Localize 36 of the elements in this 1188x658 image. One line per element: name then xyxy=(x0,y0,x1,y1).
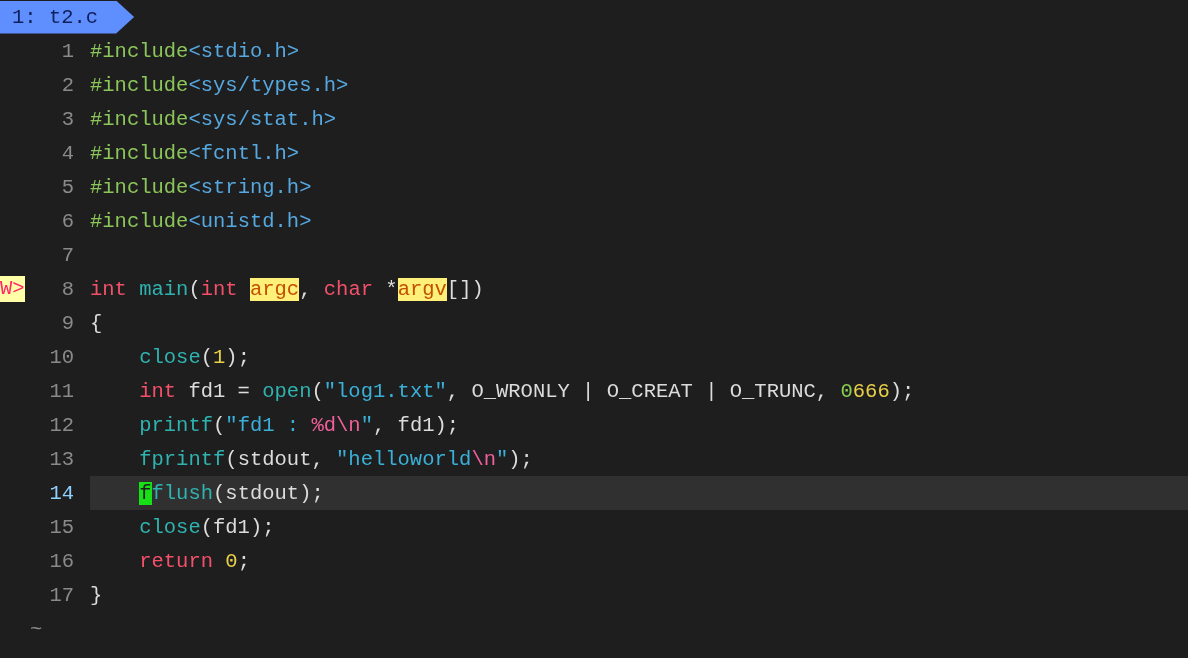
code-line: int main(int argc, char *argv[]) xyxy=(90,277,484,301)
code-line: #include<sys/stat.h> xyxy=(90,107,337,131)
line-number: 13 xyxy=(48,447,75,471)
code-line: fprintf(stdout, "helloworld\n"); xyxy=(139,447,533,471)
line-number: 3 xyxy=(60,107,75,131)
code-line: close(1); xyxy=(139,345,250,369)
line-number: 17 xyxy=(48,583,75,607)
line-number: 8 xyxy=(60,277,75,301)
line-number: 5 xyxy=(60,175,75,199)
line-number: 4 xyxy=(60,141,75,165)
line-number: 9 xyxy=(60,311,75,335)
line-number: 12 xyxy=(48,413,75,437)
line-number: 16 xyxy=(48,549,75,573)
line-number: 10 xyxy=(48,345,75,369)
code-line: printf("fd1 : %d\n", fd1); xyxy=(139,413,460,437)
code-line: #include<sys/types.h> xyxy=(90,73,349,97)
line-number: 2 xyxy=(60,73,75,97)
line-number: 1 xyxy=(60,39,75,63)
line-number: 6 xyxy=(60,209,75,233)
line-number: 15 xyxy=(48,515,75,539)
code-line: close(fd1); xyxy=(139,515,275,539)
warning-sign: W> xyxy=(0,276,25,302)
line-number: 14 xyxy=(48,481,75,505)
code-line: int fd1 = open("log1.txt", O_WRONLY | O_CREAT | O_TRUNC, 0666); xyxy=(139,379,915,403)
code-line: return 0; xyxy=(139,549,250,573)
empty-line-marker: ~ xyxy=(29,617,43,641)
code-line: fflush(stdout); xyxy=(139,481,324,505)
code-line: #include<string.h> xyxy=(90,175,312,199)
buffer-tab[interactable]: 1: t2.c xyxy=(0,0,135,34)
code-line: } xyxy=(90,583,103,607)
code-line: { xyxy=(90,311,103,335)
line-number: 11 xyxy=(48,379,75,403)
code-line: #include<stdio.h> xyxy=(90,39,300,63)
line-number: 7 xyxy=(60,243,75,267)
code-line: #include<fcntl.h> xyxy=(90,141,300,165)
code-line: #include<unistd.h> xyxy=(90,209,312,233)
